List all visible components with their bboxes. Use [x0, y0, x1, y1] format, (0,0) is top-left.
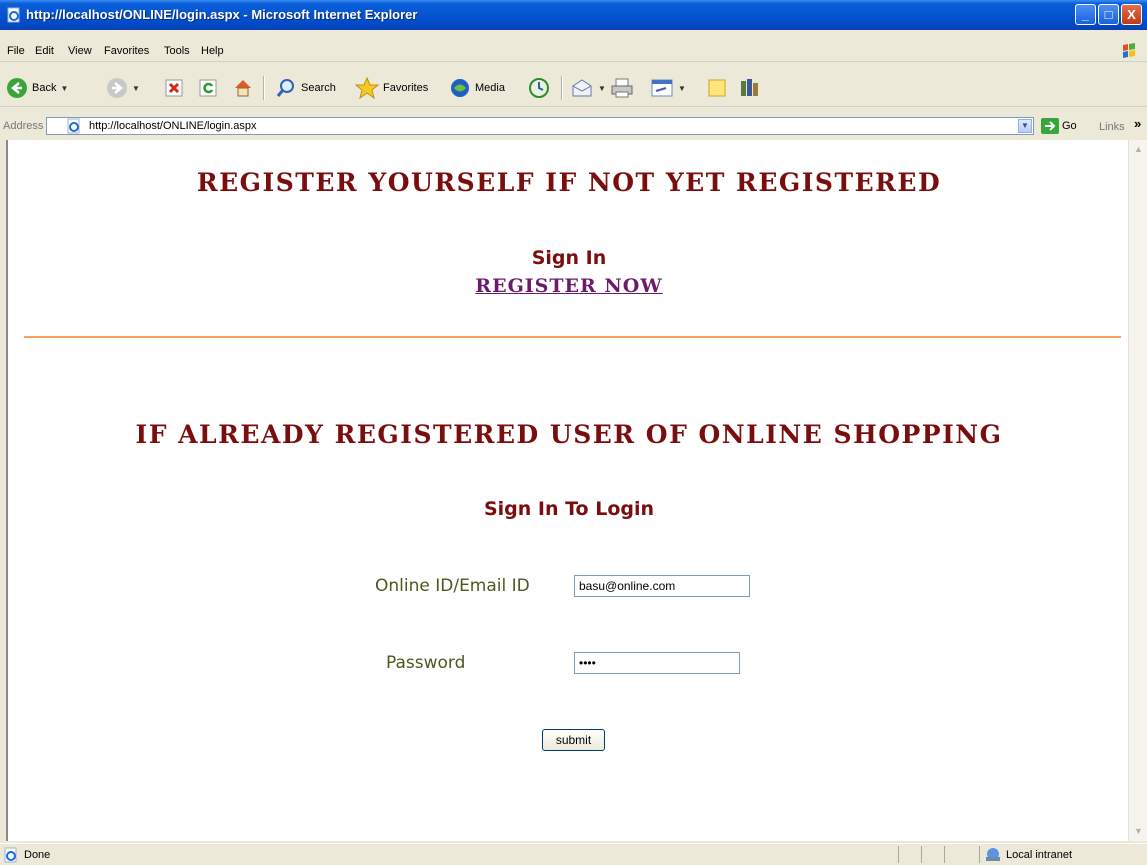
ie-page-icon: [4, 847, 17, 863]
security-zone-label: Local intranet: [1006, 849, 1073, 861]
intranet-zone-icon: [986, 848, 1000, 861]
register-now-link[interactable]: REGISTER NOW: [8, 275, 1130, 297]
ie-page-icon: [7, 7, 20, 23]
chevron-down-icon: ▼: [598, 83, 606, 93]
edit-page-icon: [651, 79, 673, 97]
messenger-icon: [741, 79, 758, 96]
home-button[interactable]: [232, 76, 254, 100]
close-button[interactable]: X: [1121, 4, 1142, 25]
status-pane-divider: [921, 846, 922, 863]
go-button[interactable]: Go: [1041, 118, 1077, 134]
submit-button[interactable]: submit: [542, 729, 605, 751]
scroll-up-icon[interactable]: ▲: [1131, 142, 1146, 157]
go-arrow-icon: [1041, 118, 1059, 134]
mail-icon: [572, 79, 592, 97]
links-toolbar[interactable]: Links: [1099, 121, 1125, 133]
media-label: Media: [475, 82, 505, 94]
chevron-down-icon: ▼: [678, 83, 686, 93]
password-field[interactable]: [574, 652, 740, 674]
toolbar-separator: [263, 76, 265, 100]
printer-icon: [611, 78, 633, 98]
window-title: http://localhost/ONLINE/login.aspx - Mic…: [26, 7, 418, 22]
favorites-button[interactable]: Favorites: [355, 76, 428, 100]
status-pane-divider: [898, 846, 899, 863]
windows-logo-icon: [1123, 43, 1135, 58]
print-button[interactable]: [610, 76, 634, 100]
register-heading: REGISTER YOURSELF IF NOT YET REGISTERED: [196, 168, 942, 197]
star-icon: [355, 77, 379, 99]
menu-view[interactable]: View: [68, 45, 92, 57]
history-button[interactable]: [528, 76, 550, 100]
menu-edit[interactable]: Edit: [35, 45, 54, 57]
maximize-button[interactable]: □: [1098, 4, 1119, 25]
forward-button[interactable]: ▼: [106, 76, 140, 100]
existing-user-heading: IF ALREADY REGISTERED USER OF ONLINE SHO…: [135, 420, 1003, 449]
stop-icon: [165, 79, 183, 97]
home-icon: [235, 80, 251, 97]
status-text: Done: [24, 849, 51, 861]
go-label: Go: [1062, 120, 1077, 132]
menu-tools[interactable]: Tools: [164, 45, 190, 57]
ie-window: http://localhost/ONLINE/login.aspx - Mic…: [0, 0, 1147, 865]
media-icon: [451, 79, 469, 97]
status-pane-divider: [944, 846, 945, 863]
discuss-button[interactable]: [706, 76, 728, 100]
chevron-down-icon: ▼: [60, 83, 69, 93]
email-field[interactable]: [574, 575, 750, 597]
favorites-label: Favorites: [383, 82, 429, 94]
sign-in-label: Sign In: [531, 247, 607, 269]
standard-toolbar: Back ▼ ▼ Search Favorites Media ▼ ▼: [0, 70, 1147, 107]
ie-page-icon: [67, 118, 80, 134]
refresh-icon: [199, 79, 217, 97]
address-bar: Address http://localhost/ONLINE/login.as…: [0, 114, 1147, 138]
mail-button[interactable]: ▼: [570, 76, 606, 100]
media-button[interactable]: Media: [449, 76, 505, 100]
history-icon: [529, 78, 549, 98]
scroll-down-icon[interactable]: ▼: [1131, 824, 1146, 839]
minimize-button[interactable]: _: [1075, 4, 1096, 25]
menu-file[interactable]: File: [7, 45, 25, 57]
toolbar-separator: [561, 76, 563, 100]
refresh-button[interactable]: [198, 76, 218, 100]
status-bar: Done Local intranet: [0, 843, 1147, 865]
messenger-button[interactable]: [738, 76, 760, 100]
menu-favorites[interactable]: Favorites: [104, 45, 149, 57]
search-button[interactable]: Search: [275, 76, 336, 100]
address-label: Address: [3, 120, 44, 132]
address-input[interactable]: http://localhost/ONLINE/login.aspx ▼: [46, 117, 1034, 135]
forward-arrow-icon: [107, 78, 127, 98]
address-url: http://localhost/ONLINE/login.aspx: [89, 120, 257, 132]
password-label: Password: [386, 653, 466, 673]
search-label: Search: [301, 82, 336, 94]
search-icon: [276, 79, 294, 97]
status-pane-divider: [979, 846, 980, 863]
vertical-scrollbar[interactable]: ▲ ▼: [1128, 140, 1147, 841]
title-bar: http://localhost/ONLINE/login.aspx - Mic…: [0, 0, 1147, 30]
back-button[interactable]: Back ▼: [6, 76, 68, 100]
section-divider: [24, 336, 1121, 338]
menu-help[interactable]: Help: [201, 45, 224, 57]
chevron-down-icon: ▼: [132, 83, 140, 93]
note-icon: [708, 79, 726, 97]
back-arrow-icon: [7, 78, 27, 98]
sign-in-to-login-label: Sign In To Login: [483, 498, 655, 520]
menu-bar: File Edit View Favorites Tools Help: [0, 41, 1147, 62]
stop-button[interactable]: [164, 76, 184, 100]
edit-button[interactable]: ▼: [650, 76, 686, 100]
back-label: Back: [32, 82, 57, 94]
chevron-right-icon[interactable]: »: [1134, 116, 1141, 131]
email-label: Online ID/Email ID: [375, 576, 530, 596]
address-dropdown-button[interactable]: ▼: [1018, 119, 1032, 133]
page-content: REGISTER YOURSELF IF NOT YET REGISTERED …: [6, 140, 1130, 841]
